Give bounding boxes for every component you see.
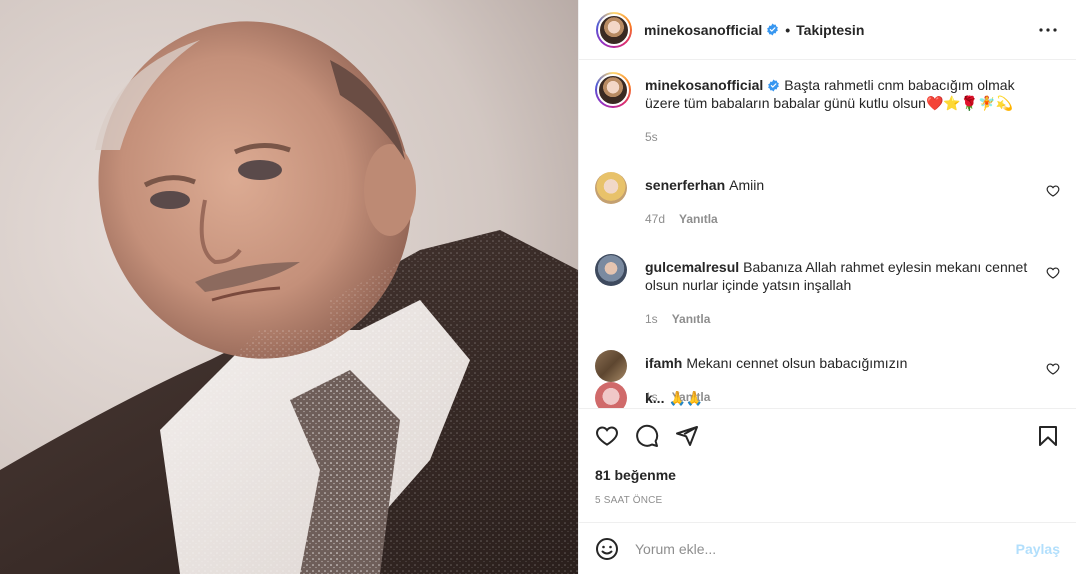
separator-dot: • xyxy=(785,21,791,38)
reply-button[interactable]: Yanıtla xyxy=(679,210,718,228)
comment-username[interactable]: ifamh xyxy=(645,355,682,371)
comment-text: Amiin xyxy=(729,177,765,193)
comment-meta: 1s Yanıtla xyxy=(645,310,1030,328)
comment-item: senerferhan Amiin 47d Yanıtla xyxy=(595,172,1060,228)
comment-body: gulcemalresul Babanıza Allah rahmet eyles… xyxy=(645,254,1030,328)
post-photo xyxy=(0,0,578,574)
smiley-icon[interactable] xyxy=(595,537,619,561)
caption-body: minekosanofficial Başta rahmetli cnm baba… xyxy=(645,72,1030,146)
comment-like-heart-icon[interactable] xyxy=(1046,266,1060,280)
post-header: minekosanofficial • Takiptesin xyxy=(579,0,1076,60)
post-timestamp[interactable]: 5 SAAT ÖNCE xyxy=(595,495,1060,506)
verified-badge-icon xyxy=(766,23,779,36)
like-count[interactable]: 81 beğenme xyxy=(595,467,1060,483)
comments-list[interactable]: minekosanofficial Başta rahmetli cnm baba… xyxy=(579,60,1076,408)
more-dots-icon[interactable] xyxy=(1036,18,1060,42)
caption-username[interactable]: minekosanofficial xyxy=(645,77,763,93)
comment-body: senerferhan Amiin 47d Yanıtla xyxy=(645,172,1030,228)
comment-like-heart-icon[interactable] xyxy=(1046,184,1060,198)
paper-plane-icon[interactable] xyxy=(675,424,699,448)
comment-text: Mekanı cennet olsun babacığımızın xyxy=(686,355,908,371)
comment-item-partial: k... 🙏🙏 xyxy=(595,382,703,408)
post-caption: minekosanofficial Başta rahmetli cnm baba… xyxy=(595,72,1060,146)
caption-timestamp[interactable]: 5s xyxy=(645,128,658,146)
comment-timestamp[interactable]: 47d xyxy=(645,210,665,228)
comment-username[interactable]: k... xyxy=(645,390,664,406)
commenter-avatar[interactable] xyxy=(595,350,627,382)
comment-bubble-icon[interactable] xyxy=(635,424,659,448)
commenter-avatar[interactable] xyxy=(595,172,627,204)
post-sidebar: minekosanofficial • Takiptesin minekosan… xyxy=(578,0,1076,574)
following-button[interactable]: Takiptesin xyxy=(796,22,864,38)
post-comment-button[interactable]: Paylaş xyxy=(1016,541,1060,557)
commenter-avatar[interactable] xyxy=(595,382,627,408)
commenter-avatar[interactable] xyxy=(595,254,627,286)
bookmark-icon[interactable] xyxy=(1036,424,1060,448)
comment-timestamp[interactable]: 1s xyxy=(645,310,658,328)
verified-badge-icon xyxy=(767,79,780,92)
comment-item: gulcemalresul Babanıza Allah rahmet eyles… xyxy=(595,254,1060,328)
author-avatar[interactable] xyxy=(596,11,632,48)
comment-like-heart-icon[interactable] xyxy=(1046,362,1060,376)
comment-username[interactable]: senerferhan xyxy=(645,177,725,193)
action-icons xyxy=(595,409,1060,463)
comment-input[interactable] xyxy=(635,540,1016,557)
comment-meta: 47d Yanıtla xyxy=(645,210,1030,228)
comment-composer: Paylaş xyxy=(579,522,1076,574)
post-actions: 81 beğenme 5 SAAT ÖNCE xyxy=(579,408,1076,522)
author-username[interactable]: minekosanofficial xyxy=(644,22,762,38)
caption-meta: 5s xyxy=(645,128,1030,146)
comment-text: 🙏🙏 xyxy=(668,389,704,406)
vintage-portrait-image xyxy=(0,0,578,574)
heart-outline-icon[interactable] xyxy=(595,424,619,448)
post-modal: minekosanofficial • Takiptesin minekosan… xyxy=(0,0,1076,574)
reply-button[interactable]: Yanıtla xyxy=(672,310,711,328)
comment-username[interactable]: gulcemalresul xyxy=(645,259,739,275)
caption-author-avatar[interactable] xyxy=(595,72,631,108)
